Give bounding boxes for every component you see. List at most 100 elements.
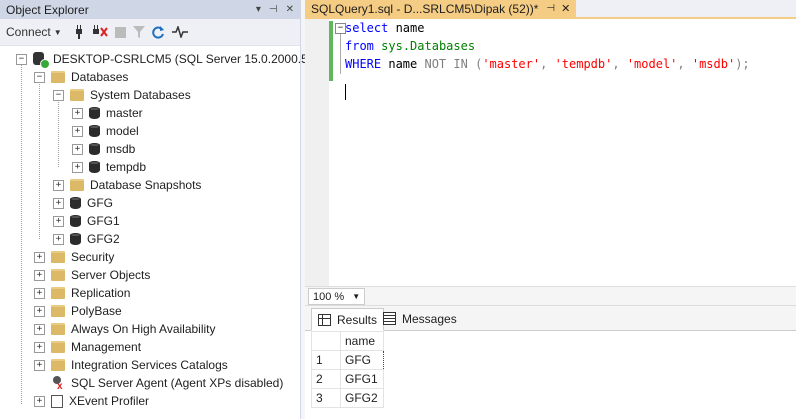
folder-icon	[70, 89, 84, 101]
tree-node-xevent-profiler[interactable]: + XEvent Profiler	[34, 392, 149, 410]
expand-toggle-icon[interactable]: +	[53, 179, 64, 191]
database-label: tempdb	[106, 160, 147, 174]
expand-toggle-icon[interactable]: +	[72, 143, 83, 155]
expand-toggle-icon[interactable]: +	[53, 197, 64, 209]
panel-menu-icon[interactable]: ▾	[256, 4, 261, 15]
table-row[interactable]: 2 GFG1	[311, 369, 384, 389]
tree-node-database[interactable]: + tempdb	[72, 158, 146, 176]
database-label: master	[106, 106, 143, 120]
change-tracking-bar	[329, 21, 333, 81]
xevent-profiler-label: XEvent Profiler	[69, 394, 150, 408]
pin-icon[interactable]: ⊣	[269, 4, 278, 15]
code-line-3: WHERE name NOT IN ('master', 'tempdb', '…	[345, 57, 750, 71]
tree-node-database[interactable]: + GFG2	[53, 230, 120, 248]
folder-icon	[51, 71, 65, 83]
tree-node-database[interactable]: + master	[72, 104, 143, 122]
text-caret	[345, 84, 346, 100]
document-tab-bar: SQLQuery1.sql - D...SRLCM5\Dipak (52))* …	[305, 0, 796, 19]
table-row[interactable]: 1 GFG	[311, 350, 384, 370]
tree-node-folder[interactable]: + Server Objects	[34, 266, 150, 284]
expand-toggle-icon[interactable]: +	[34, 251, 45, 263]
tree-node-folder[interactable]: + Always On High Availability	[34, 320, 216, 338]
results-table: name 1 GFG 2 GFG1 3 GFG2	[311, 331, 384, 408]
expand-toggle-icon[interactable]: +	[72, 161, 83, 173]
row-number[interactable]: 3	[311, 388, 341, 408]
collapse-toggle-icon[interactable]: −	[34, 71, 45, 83]
expand-toggle-icon[interactable]: +	[34, 287, 45, 299]
tree-node-server[interactable]: − DESKTOP-CSRLCM5 (SQL Server 15.0.2000.…	[16, 50, 327, 69]
results-tab-bar: Results Messages	[305, 306, 796, 331]
folder-icon	[51, 341, 65, 353]
tree-node-folder[interactable]: + PolyBase	[34, 302, 122, 320]
tree-node-database[interactable]: + model	[72, 122, 139, 140]
tab-messages-label: Messages	[402, 311, 457, 326]
activity-monitor-icon[interactable]	[171, 23, 188, 41]
tree-node-database[interactable]: + GFG	[53, 194, 113, 212]
zoom-value: 100 %	[313, 290, 345, 303]
sql-editor[interactable]: − select name from sys.Databases WHERE n…	[305, 19, 796, 286]
tree-node-database[interactable]: + GFG1	[53, 212, 120, 230]
tree-guide-line	[39, 77, 40, 239]
sql-agent-icon: x	[51, 376, 65, 392]
row-number[interactable]: 2	[311, 369, 341, 389]
table-cell[interactable]: GFG2	[340, 388, 384, 408]
filter-icon[interactable]	[132, 23, 145, 41]
tree-node-sql-agent[interactable]: x SQL Server Agent (Agent XPs disabled)	[34, 374, 283, 392]
snapshots-label: Database Snapshots	[90, 178, 202, 192]
outline-line	[340, 34, 341, 74]
collapse-toggle-icon[interactable]: −	[16, 53, 27, 65]
query-tab[interactable]: SQLQuery1.sql - D...SRLCM5\Dipak (52))* …	[305, 0, 577, 17]
database-label: msdb	[106, 142, 136, 156]
zoom-dropdown[interactable]: 100 % ▼	[308, 288, 366, 305]
tab-messages[interactable]: Messages	[377, 308, 463, 329]
tree-node-database[interactable]: + msdb	[72, 140, 135, 158]
database-label: GFG	[87, 196, 113, 210]
expand-toggle-icon[interactable]: +	[72, 125, 83, 137]
close-icon[interactable]: ✕	[286, 4, 294, 15]
tree-node-database-snapshots[interactable]: + Database Snapshots	[53, 176, 201, 194]
grid-icon	[318, 313, 331, 326]
folder-label: Management	[71, 340, 142, 354]
stop-icon[interactable]	[114, 23, 126, 41]
collapse-toggle-icon[interactable]: −	[53, 89, 64, 101]
expand-toggle-icon[interactable]: +	[53, 215, 64, 227]
expand-toggle-icon[interactable]: +	[34, 305, 45, 317]
tree-node-folder[interactable]: + Replication	[34, 284, 130, 302]
column-header-name[interactable]: name	[340, 331, 384, 351]
tree-node-folder[interactable]: + Management	[34, 338, 141, 356]
database-icon	[89, 142, 100, 156]
close-icon[interactable]: ✕	[561, 2, 570, 15]
pin-icon[interactable]: ⊣	[546, 3, 555, 14]
row-number[interactable]: 1	[311, 350, 341, 370]
zoom-bar: 100 % ▼	[305, 286, 796, 306]
tab-results[interactable]: Results	[311, 308, 385, 331]
chevron-down-icon: ▼	[352, 292, 361, 301]
table-row[interactable]: 3 GFG2	[311, 388, 384, 408]
tree-node-folder[interactable]: + Integration Services Catalogs	[34, 356, 228, 374]
tree-node-folder[interactable]: + Security	[34, 248, 114, 266]
table-cell[interactable]: GFG	[340, 350, 384, 370]
object-explorer-toolbar: Connect ▼	[0, 19, 300, 46]
tree-node-system-databases[interactable]: − System Databases	[53, 86, 191, 104]
results-grid[interactable]: name 1 GFG 2 GFG1 3 GFG2	[305, 331, 796, 419]
expand-toggle-icon[interactable]: +	[34, 359, 45, 371]
connect-plug-icon[interactable]	[73, 23, 85, 41]
expand-toggle-icon[interactable]: +	[34, 395, 45, 407]
database-icon	[89, 124, 100, 138]
expand-toggle-icon[interactable]: +	[34, 269, 45, 281]
expand-toggle-icon[interactable]: +	[34, 341, 45, 353]
tree-node-databases[interactable]: − Databases	[34, 68, 128, 86]
expand-toggle-icon[interactable]: +	[53, 233, 64, 245]
expand-toggle-icon[interactable]: +	[72, 107, 83, 119]
database-label: GFG2	[87, 232, 120, 246]
server-icon	[33, 52, 50, 69]
code-line-2: from sys.Databases	[345, 39, 476, 53]
xevent-profiler-icon	[51, 394, 63, 408]
connect-button[interactable]: Connect ▼	[6, 23, 66, 41]
disconnect-icon[interactable]	[92, 23, 108, 41]
database-icon	[70, 196, 81, 210]
folder-icon	[70, 179, 84, 191]
expand-toggle-icon[interactable]: +	[34, 323, 45, 335]
refresh-icon[interactable]	[151, 23, 165, 41]
table-cell[interactable]: GFG1	[340, 369, 384, 389]
